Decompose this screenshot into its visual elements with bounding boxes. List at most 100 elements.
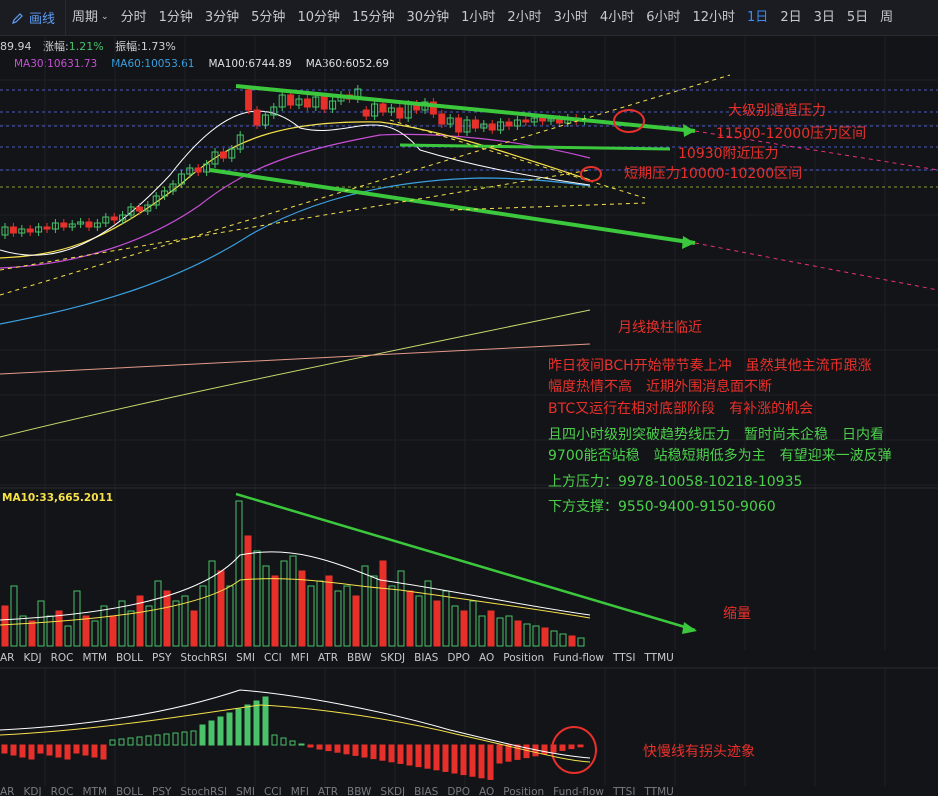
indicator-tab[interactable]: PSY	[152, 652, 171, 668]
indicator-tab[interactable]: SMI	[236, 652, 255, 668]
macd-bar	[370, 744, 377, 760]
volume-bar	[271, 575, 279, 647]
macd-bar	[505, 744, 512, 762]
indicator-tab[interactable]: BBW	[347, 652, 371, 668]
volume-bar	[73, 590, 81, 647]
volume-bar	[361, 565, 369, 647]
volume-bar	[91, 620, 99, 647]
volume-bar	[379, 560, 387, 647]
indicator-tab[interactable]: ROC	[51, 652, 74, 668]
indicator-tab[interactable]: BOLL	[116, 786, 143, 796]
annotation-10930: 10930附近压力	[678, 146, 779, 162]
indicator-tab[interactable]: DPO	[447, 652, 470, 668]
volume-bar	[145, 605, 153, 647]
volume-bar	[163, 590, 171, 647]
indicator-tab[interactable]: KDJ	[23, 786, 41, 796]
candles	[1, 85, 589, 239]
volume-bar	[28, 620, 36, 647]
macd-bar	[100, 744, 107, 760]
dashed-triangle-upper	[389, 119, 646, 199]
volume-bar	[325, 575, 333, 647]
ma60-line	[0, 177, 591, 325]
macd-bar	[55, 744, 62, 758]
macd-bar	[253, 700, 260, 746]
indicator-tab[interactable]: StochRSI	[180, 786, 227, 796]
volume-bar	[478, 615, 486, 647]
indicator-tab[interactable]: PSY	[152, 786, 171, 796]
macd-bar	[289, 740, 296, 746]
indicator-tab[interactable]: BOLL	[116, 652, 143, 668]
indicator-tab[interactable]: Fund-flow	[553, 786, 604, 796]
macd-bar	[424, 744, 431, 769]
volume-bar	[109, 615, 117, 647]
indicator-tab[interactable]: Position	[503, 786, 544, 796]
indicator-tab[interactable]: AO	[479, 786, 494, 796]
macd-bar	[541, 744, 548, 755]
indicator-tab[interactable]: CCI	[264, 652, 282, 668]
macd-bar	[271, 734, 278, 746]
volume-bar	[541, 627, 549, 647]
macd-bar	[280, 737, 287, 746]
indicator-tab[interactable]: MTM	[82, 786, 107, 796]
indicator-tab[interactable]: MTM	[82, 652, 107, 668]
volume-bar	[127, 610, 135, 647]
indicator-tab[interactable]: TTSI	[613, 652, 635, 668]
volume-bar	[550, 630, 558, 647]
volume-bar	[577, 637, 585, 647]
volume-bar	[388, 585, 396, 647]
indicator-tab[interactable]: KDJ	[23, 652, 41, 668]
indicator-tab[interactable]: SKDJ	[380, 786, 405, 796]
annotation-monthly: 月线换柱临近	[618, 320, 702, 336]
indicator-tab[interactable]: AO	[479, 652, 494, 668]
indicator-tab[interactable]: StochRSI	[180, 652, 227, 668]
macd-bar	[514, 744, 521, 760]
indicator-tab[interactable]: TTSI	[613, 786, 635, 796]
indicator-tab[interactable]: DPO	[447, 786, 470, 796]
macd-bar	[406, 744, 413, 766]
macd-bar	[145, 735, 152, 746]
macd-bar	[19, 744, 26, 758]
annotation-upper-pressure: 上方压力：9978-10058-10218-10935	[548, 474, 803, 490]
volume-bar	[307, 585, 315, 647]
macd-bar	[109, 739, 116, 746]
volume-bar	[100, 605, 108, 647]
candle-body	[471, 119, 479, 129]
indicator-tab[interactable]: Position	[503, 652, 544, 668]
indicator-tab[interactable]: ROC	[51, 786, 74, 796]
indicator-tab[interactable]: TTMU	[644, 652, 673, 668]
macd-bar	[199, 724, 206, 746]
moving-average-lines	[0, 110, 591, 438]
indicator-tab[interactable]: ATR	[318, 652, 338, 668]
macd-bar	[217, 716, 224, 746]
volume-bar	[334, 590, 342, 647]
macd-bar	[298, 743, 305, 746]
macd-bar	[460, 744, 467, 776]
volume-bar	[451, 605, 459, 647]
indicator-tab[interactable]: Fund-flow	[553, 652, 604, 668]
indicator-tab[interactable]: SKDJ	[380, 652, 405, 668]
indicator-tab[interactable]: AR	[0, 652, 14, 668]
indicator-tab[interactable]: SMI	[236, 786, 255, 796]
ma-long-line	[0, 309, 591, 438]
macd-bar	[550, 744, 557, 753]
macd-bar	[163, 733, 170, 746]
macd-bar	[127, 737, 134, 746]
macd-bar	[136, 736, 143, 746]
indicator-tabs-bottom: AR KDJ ROC MTM BOLL PSY StochRSI SMI CCI MFI ATR BB…	[0, 786, 938, 796]
indicator-tab[interactable]: BIAS	[414, 652, 438, 668]
candle-body	[379, 103, 387, 113]
macd-bar	[172, 732, 179, 746]
indicator-tab[interactable]: MFI	[291, 652, 309, 668]
indicator-tab[interactable]: AR	[0, 786, 14, 796]
indicator-tab[interactable]: CCI	[264, 786, 282, 796]
indicator-tab[interactable]: MFI	[291, 786, 309, 796]
annotation-channel-pressure: 大级别通道压力	[728, 103, 826, 119]
indicator-tab[interactable]: BBW	[347, 786, 371, 796]
volume-bar	[235, 500, 243, 647]
indicator-tab[interactable]: TTMU	[644, 786, 673, 796]
macd-bar	[28, 744, 35, 760]
indicator-tab[interactable]: BIAS	[414, 786, 438, 796]
macd-bar	[244, 704, 251, 746]
volume-bar	[370, 575, 378, 647]
indicator-tab[interactable]: ATR	[318, 786, 338, 796]
